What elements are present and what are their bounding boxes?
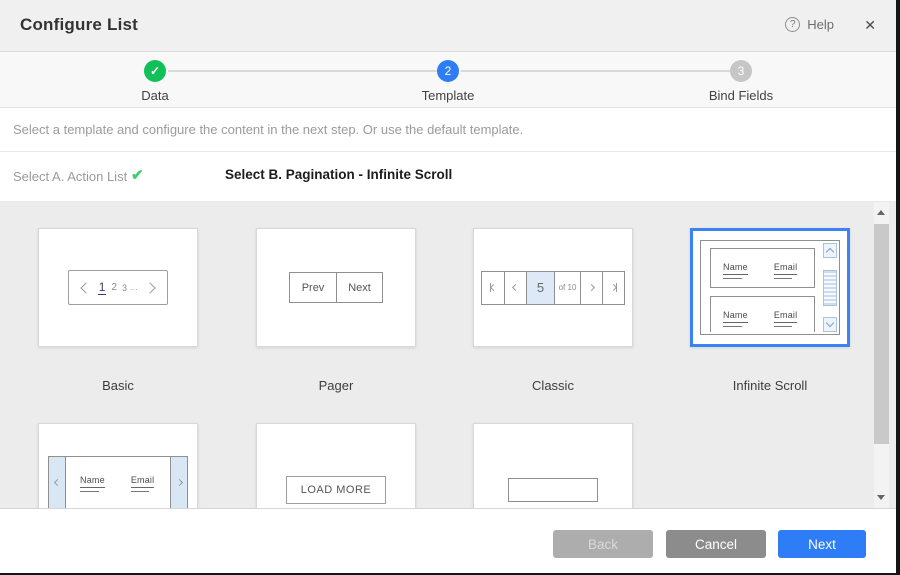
mock-list-item: Name Email xyxy=(710,248,815,288)
classic-pagination-mock: 5 of 10 xyxy=(481,271,625,305)
template-card-basic[interactable]: 1 2 3 ... xyxy=(38,228,198,347)
pager-mock: Prev Next xyxy=(289,272,383,303)
template-card-infinite-scroll[interactable]: Name Email Name Email xyxy=(690,228,850,347)
chevron-right-icon xyxy=(145,282,156,293)
chevron-left-icon xyxy=(80,282,91,293)
help-button[interactable]: ? Help xyxy=(785,17,834,32)
step-data-label: Data xyxy=(85,88,225,103)
mock-scrollbar xyxy=(822,243,837,332)
template-gallery: 1 2 3 ... Basic Prev Next Pager 5 of 10 xyxy=(0,202,896,508)
selection-check-icon: ✔ xyxy=(131,166,144,184)
mock-scrollbar-thumb xyxy=(823,270,837,306)
help-icon: ? xyxy=(785,17,800,32)
name-field-label: Name xyxy=(723,310,748,323)
gallery-scrollbar[interactable] xyxy=(874,202,889,508)
empty-box-mock xyxy=(508,478,598,502)
step-number-badge: 2 xyxy=(437,60,459,82)
current-page: 5 xyxy=(526,272,554,304)
email-field-label: Email xyxy=(131,475,155,488)
help-label: Help xyxy=(807,17,834,32)
mock-list-item: Name Email xyxy=(66,457,170,509)
step-template-label: Template xyxy=(378,88,518,103)
template-card-carousel[interactable]: Name Email xyxy=(38,423,198,508)
dialog-header: Configure List ? Help ✕ xyxy=(0,0,896,52)
scrollbar-thumb[interactable] xyxy=(874,224,889,444)
next-button-mock: Next xyxy=(336,273,382,302)
scrollbar-down-icon[interactable] xyxy=(877,495,885,500)
next-button[interactable]: Next xyxy=(778,530,866,558)
step-complete-check-icon: ✓ xyxy=(144,60,166,82)
first-page-icon xyxy=(482,272,504,304)
chevron-right-icon xyxy=(170,457,187,509)
step-data[interactable]: ✓ Data xyxy=(85,60,225,103)
wizard-stepper: ✓ Data 2 Template 3 Bind Fields xyxy=(0,52,896,108)
back-button[interactable]: Back xyxy=(553,530,653,558)
prev-button-mock: Prev xyxy=(290,273,336,302)
page-2: 2 xyxy=(111,282,117,293)
selection-bar: Select A. Action List ✔ Select B. Pagina… xyxy=(0,152,896,202)
instruction-text: Select a template and configure the cont… xyxy=(0,108,896,152)
select-a-label: Select A. Action List xyxy=(13,169,127,184)
configure-list-dialog: Configure List ? Help ✕ ✓ Data 2 Templat… xyxy=(0,0,900,575)
cancel-button[interactable]: Cancel xyxy=(666,530,766,558)
page-3: 3 xyxy=(122,283,127,293)
step-template[interactable]: 2 Template xyxy=(378,60,518,103)
scroll-up-icon xyxy=(823,243,837,258)
mock-list: Name Email Name Email xyxy=(703,243,822,332)
template-card-blank[interactable] xyxy=(473,423,633,508)
page-title: Configure List xyxy=(20,15,138,35)
template-label-basic: Basic xyxy=(38,378,198,393)
email-field-label: Email xyxy=(774,310,798,323)
scrollbar-up-icon[interactable] xyxy=(877,210,885,215)
template-label-classic: Classic xyxy=(473,378,633,393)
dialog-footer: Back Cancel Next xyxy=(0,508,896,573)
scroll-down-icon xyxy=(823,317,837,332)
window-right-edge xyxy=(896,0,900,575)
template-card-classic[interactable]: 5 of 10 xyxy=(473,228,633,347)
template-label-infinite-scroll: Infinite Scroll xyxy=(690,378,850,393)
close-icon[interactable]: ✕ xyxy=(864,17,876,34)
mock-list-item: Name Email xyxy=(710,296,815,332)
step-number-badge: 3 xyxy=(730,60,752,82)
chevron-left-icon xyxy=(504,272,526,304)
step-bind-fields[interactable]: 3 Bind Fields xyxy=(671,60,811,103)
carousel-mock: Name Email xyxy=(48,456,188,509)
template-label-pager: Pager xyxy=(256,378,416,393)
template-card-load-more[interactable]: LOAD MORE xyxy=(256,423,416,508)
email-field-label: Email xyxy=(774,262,798,275)
chevron-right-icon xyxy=(580,272,602,304)
last-page-icon xyxy=(602,272,624,304)
current-page: 1 xyxy=(98,280,107,295)
of-total-label: of 10 xyxy=(554,272,580,304)
template-card-pager[interactable]: Prev Next xyxy=(256,228,416,347)
ellipsis: ... xyxy=(130,283,138,292)
infinite-scroll-mock: Name Email Name Email xyxy=(700,240,840,335)
name-field-label: Name xyxy=(723,262,748,275)
step-bind-fields-label: Bind Fields xyxy=(671,88,811,103)
name-field-label: Name xyxy=(80,475,105,488)
chevron-left-icon xyxy=(49,457,66,509)
load-more-button-mock: LOAD MORE xyxy=(286,476,387,504)
select-b-label: Select B. Pagination - Infinite Scroll xyxy=(225,167,452,182)
basic-pagination-mock: 1 2 3 ... xyxy=(68,270,168,305)
